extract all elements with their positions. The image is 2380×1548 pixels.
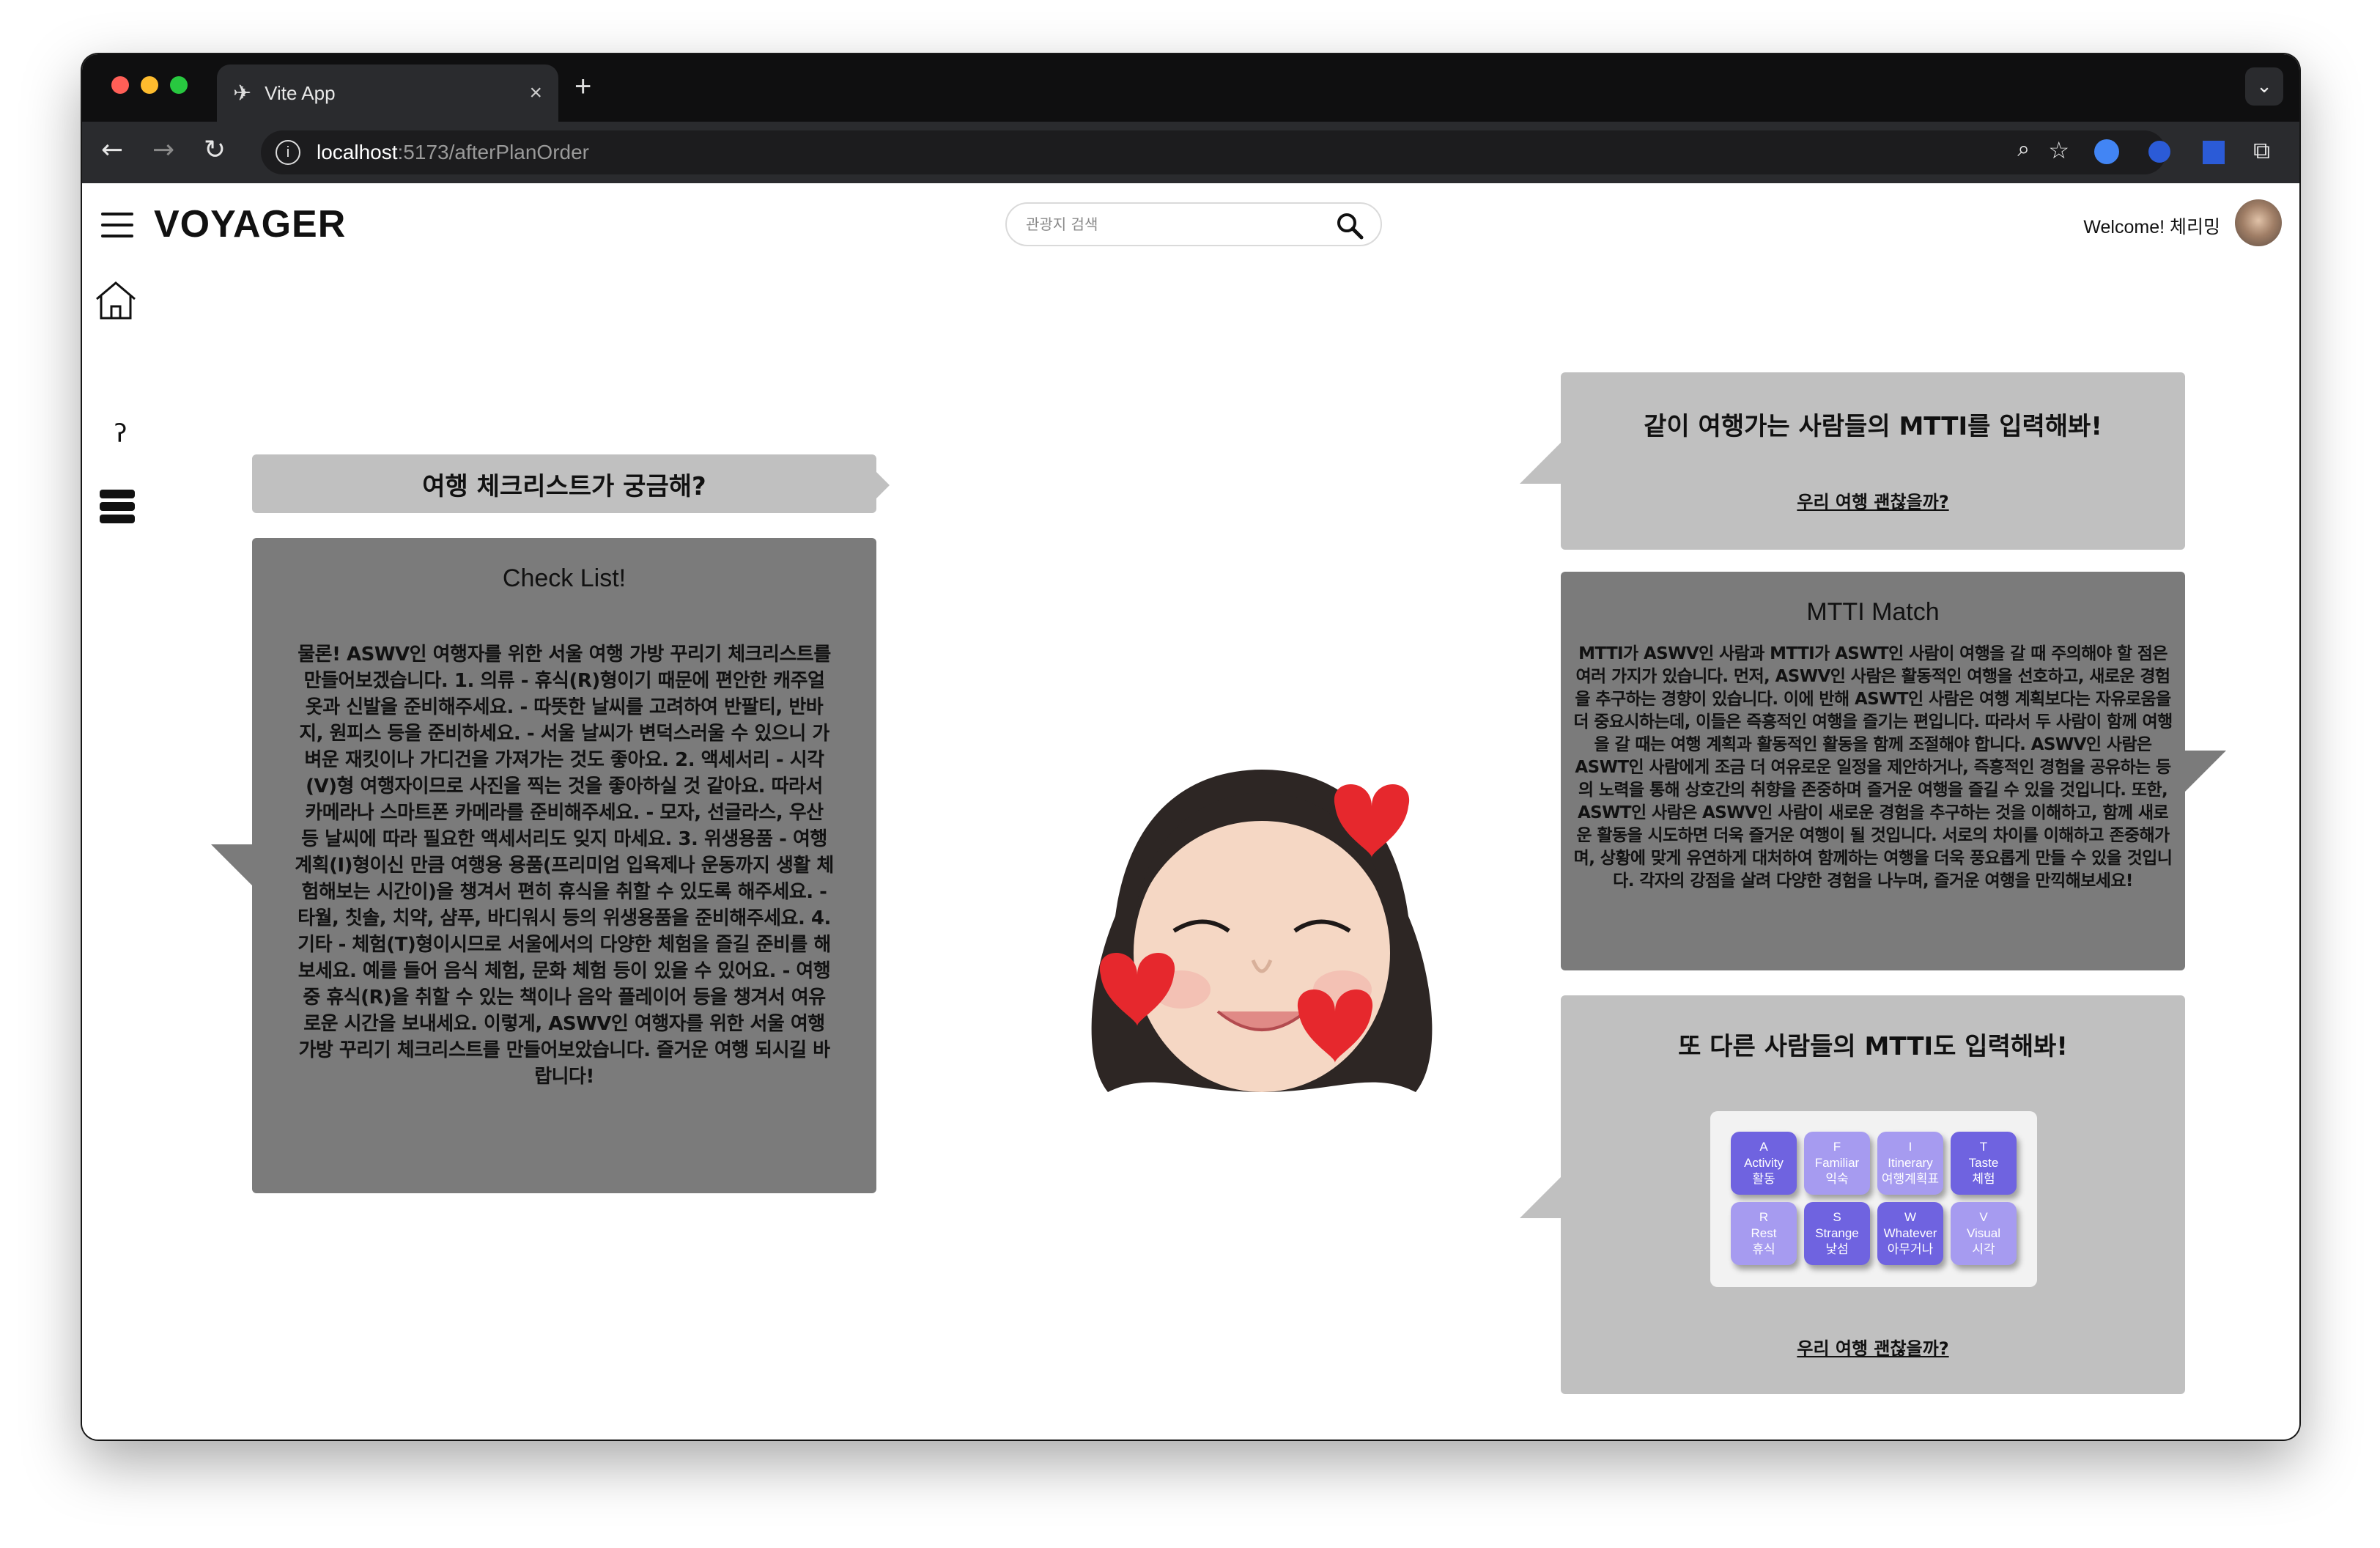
bookmark-star-icon[interactable]: ☆: [2048, 136, 2069, 164]
mtti-match-body: MTTI가 ASWV인 사람과 MTTI가 ASWT인 사람이 여행을 갈 때 …: [1573, 644, 2173, 891]
forward-icon[interactable]: →: [152, 135, 174, 165]
mtti-key-v[interactable]: V Visual 시각: [1951, 1202, 2017, 1265]
mtti-key-en: Taste: [1968, 1156, 1999, 1170]
mtti-key-ko: 아무거나: [1887, 1242, 1934, 1256]
mtti-key-en: Itinerary: [1888, 1156, 1933, 1170]
home-icon[interactable]: [92, 279, 139, 322]
mtti-key-panel: A Activity 활동 F Familiar 익숙 I Itinerary 여행계획표 T Ta…: [1710, 1111, 2037, 1287]
checklist-title: Check List!: [502, 564, 627, 592]
grammarly-extension-icon[interactable]: [2094, 139, 2119, 164]
mtti-key-letter: V: [1979, 1210, 1988, 1224]
reload-icon[interactable]: ↻: [204, 135, 226, 165]
mtti-key-letter: W: [1904, 1210, 1917, 1224]
mtti-key-s[interactable]: S Strange 낯섬: [1804, 1202, 1870, 1265]
checklist-question-bubble: 여행 체크리스트가 궁금해?: [252, 454, 890, 513]
url-path: :5173/afterPlanOrder: [397, 141, 590, 163]
checklist-body: 물론! ASWV인 여행자를 위한 서울 여행 가방 꾸리기 체크리스트를 만들…: [295, 644, 834, 1088]
mtti-key-i[interactable]: I Itinerary 여행계획표: [1877, 1132, 1943, 1195]
url-bar[interactable]: i localhost:5173/afterPlanOrder: [261, 130, 2166, 174]
mtti-key-en: Activity: [1744, 1156, 1784, 1170]
extensions-puzzle-icon[interactable]: ⧉: [2253, 136, 2270, 165]
minimize-window-button[interactable]: [141, 76, 158, 94]
user-avatar[interactable]: [2235, 199, 2282, 246]
mtti-key-letter: A: [1759, 1140, 1768, 1154]
new-tab-button[interactable]: +: [574, 70, 591, 103]
mtti-key-letter: R: [1759, 1210, 1769, 1224]
tab-search-button[interactable]: ⌄: [2245, 67, 2283, 106]
zoom-icon[interactable]: ⌕: [2017, 136, 2030, 162]
mtti-key-en: Rest: [1751, 1226, 1777, 1240]
site-info-icon[interactable]: i: [276, 140, 300, 165]
app-content: VOYAGER Welcome! 체리밍 ʔ 여행 체크리스트가 궁금해? Ch…: [82, 183, 2299, 1440]
mtti-key-letter: I: [1908, 1140, 1912, 1154]
mtti-key-ko: 활동: [1752, 1172, 1775, 1186]
mtti-key-letter: F: [1833, 1140, 1841, 1154]
mtti-key-f[interactable]: F Familiar 익숙: [1804, 1132, 1870, 1195]
database-icon[interactable]: [100, 490, 135, 527]
mtti-match-title: MTTI Match: [1806, 598, 1940, 626]
browser-tab[interactable]: ✈ Vite App ×: [217, 64, 558, 122]
mtti-input-title: 같이 여행가는 사람들의 MTTI를 입력해봐!: [1644, 412, 2102, 441]
welcome-text: Welcome! 체리밍: [2083, 217, 2220, 237]
shield-extension-icon[interactable]: [2203, 141, 2225, 164]
back-icon[interactable]: ←: [101, 135, 123, 165]
mtti-key-r[interactable]: R Rest 휴식: [1731, 1202, 1797, 1265]
mtti-key-en: Whatever: [1883, 1226, 1937, 1240]
close-window-button[interactable]: [111, 76, 129, 94]
brand-logo[interactable]: VOYAGER: [154, 202, 346, 246]
mtti-key-ko: 낯섬: [1825, 1242, 1849, 1256]
mtti-key-ko: 체험: [1972, 1172, 1995, 1186]
check-extension-icon[interactable]: [2148, 141, 2170, 163]
tab-title: Vite App: [265, 81, 336, 104]
memoji-avatar: [1091, 770, 1433, 1092]
checklist-answer-bubble: Check List! 물론! ASWV인 여행자를 위한 서울 여행 가방 꾸…: [211, 538, 876, 1193]
trip-check-link[interactable]: 우리 여행 괜찮을까?: [1797, 487, 1948, 513]
address-toolbar: ← → ↻ i localhost:5173/afterPlanOrder ⌕ …: [82, 122, 2299, 183]
menu-icon[interactable]: [101, 213, 133, 237]
mtti-key-letter: S: [1833, 1210, 1841, 1224]
mtti-more-bubble: 또 다른 사람들의 MTTI도 입력해봐! A Activity 활동 F Famili…: [1520, 995, 2185, 1394]
mtti-key-a[interactable]: A Activity 활동: [1731, 1132, 1797, 1195]
mtti-key-ko: 휴식: [1752, 1242, 1775, 1256]
mtti-match-bubble: MTTI Match MTTI가 ASWV인 사람과 MTTI가 ASWT인 사…: [1561, 572, 2226, 970]
mtti-key-w[interactable]: W Whatever 아무거나: [1877, 1202, 1943, 1265]
airplane-icon: ✈: [233, 81, 252, 106]
mtti-more-title: 또 다른 사람들의 MTTI도 입력해봐!: [1678, 1032, 2068, 1061]
tab-close-icon[interactable]: ×: [529, 81, 542, 106]
mtti-key-letter: T: [1979, 1140, 1988, 1154]
question-icon[interactable]: ʔ: [114, 419, 127, 449]
browser-window: ✈ Vite App × + ⌄ ← → ↻ i localhost:5173/…: [82, 54, 2299, 1440]
search-box: [1005, 202, 1382, 246]
trip-check-link-2[interactable]: 우리 여행 괜찮을까?: [1561, 1334, 2185, 1360]
mtti-input-bubble: 같이 여행가는 사람들의 MTTI를 입력해봐! 우리 여행 괜찮을까?: [1520, 372, 2185, 550]
mtti-key-en: Visual: [1967, 1226, 2000, 1240]
tab-strip: ✈ Vite App × + ⌄: [82, 54, 2299, 122]
mtti-key-en: Strange: [1815, 1226, 1859, 1240]
mtti-key-en: Familiar: [1814, 1156, 1860, 1170]
mtti-key-ko: 시각: [1972, 1242, 1995, 1256]
mtti-key-t[interactable]: T Taste 체험: [1951, 1132, 2017, 1195]
maximize-window-button[interactable]: [170, 76, 188, 94]
mtti-key-ko: 익숙: [1825, 1172, 1849, 1186]
search-input[interactable]: [1026, 215, 1319, 233]
mtti-key-ko: 여행계획표: [1881, 1172, 1940, 1186]
search-icon[interactable]: [1335, 211, 1364, 240]
checklist-question: 여행 체크리스트가 궁금해?: [422, 471, 706, 501]
url-host: localhost: [317, 141, 398, 163]
